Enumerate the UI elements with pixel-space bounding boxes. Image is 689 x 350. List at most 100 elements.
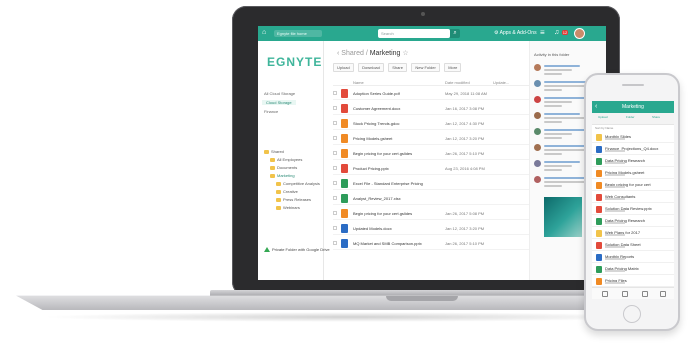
phone-file-row[interactable]: Begin pricing for your cert	[592, 180, 674, 191]
sidebar-item-finance[interactable]: Finance	[264, 109, 278, 114]
folder-icon	[276, 181, 281, 186]
file-name[interactable]: Product Pricing.pptx	[353, 166, 389, 171]
column-name[interactable]: Name	[353, 80, 364, 85]
folder-icon	[264, 149, 269, 154]
row-checkbox[interactable]	[333, 181, 337, 185]
file-icon	[596, 170, 602, 177]
tree-item-creative[interactable]: Creative	[276, 189, 298, 194]
file-row[interactable]: MQ Market and SMB Comparison.pptx Jan 26,…	[333, 237, 529, 250]
back-icon[interactable]: ‹	[595, 103, 597, 111]
phone-file-row[interactable]: Data Pricing Matrix	[592, 264, 674, 275]
file-name[interactable]: Stock Pricing Trends.gdoc	[353, 121, 399, 126]
search-icon[interactable]: ⌕	[450, 29, 460, 38]
phone-file-row[interactable]: Data Pricing Research	[592, 216, 674, 227]
recent-tab-icon[interactable]	[622, 291, 628, 297]
file-name[interactable]: Analyst_Review_2017.xlsx	[353, 196, 401, 201]
phone-file-row[interactable]: Solution Data Review.pptx	[592, 204, 674, 215]
row-checkbox[interactable]	[333, 211, 337, 215]
phone-home-button[interactable]	[623, 305, 641, 323]
file-row[interactable]: Stock Pricing Trends.gdoc Jan 12, 2017 4:…	[333, 117, 529, 130]
tree-item-shared[interactable]: Shared	[264, 149, 284, 154]
file-icon	[341, 164, 348, 173]
phone-folder-button[interactable]: Folder	[626, 115, 635, 119]
tree-label: Creative	[283, 189, 298, 194]
file-row[interactable]: Begin pricing for your cert.gslides Jan 2…	[333, 147, 529, 160]
activity-heading: Activity in this folder	[534, 52, 570, 57]
home-icon[interactable]: ⌂	[262, 29, 270, 37]
tree-item-documents[interactable]: Documents	[270, 165, 297, 170]
google-drive-folder-link[interactable]: Private Folder with Google Drive	[264, 247, 330, 253]
avatar	[534, 144, 541, 151]
sidebar: EGNYTE All Cloud Storage Cloud Storage F…	[258, 41, 330, 280]
phone-file-row[interactable]: Finance_Projections_Q4.docx	[592, 144, 674, 155]
phone-file-row[interactable]: Data Pricing Research	[592, 156, 674, 167]
breadcrumb-parent[interactable]: Shared	[341, 50, 364, 57]
bell-icon[interactable]: ♫	[554, 28, 559, 38]
sidebar-item-all-cloud[interactable]: All Cloud Storage	[264, 91, 295, 96]
phone-file-row[interactable]: Monthly Reports	[592, 252, 674, 263]
file-name[interactable]: Pricing Models.gsheet	[353, 136, 392, 141]
apps-addons-button[interactable]: ⚙ Apps & Add-Ons	[494, 29, 537, 38]
row-checkbox[interactable]	[333, 226, 337, 230]
star-icon[interactable]: ☆	[402, 50, 408, 57]
file-date: Jan 12, 2017 3:20 PM	[445, 226, 485, 231]
sidebar-item-cloud-storage[interactable]: Cloud Storage	[262, 100, 296, 105]
download-button[interactable]: Download	[358, 63, 384, 72]
activity-photo-thumbnail[interactable]	[544, 197, 582, 237]
row-checkbox[interactable]	[333, 136, 337, 140]
location-path[interactable]: Egnyte file home	[274, 30, 322, 37]
file-name[interactable]: Begin pricing for your cert.gslides	[353, 211, 412, 216]
phone-file-row[interactable]: Monthly Slides	[592, 132, 674, 143]
phone-upload-button[interactable]: Upload	[598, 115, 608, 119]
file-name[interactable]: Adoption Series Guide.pdf	[353, 91, 400, 96]
column-date[interactable]: Date modified	[445, 80, 470, 85]
favorites-tab-icon[interactable]	[642, 291, 648, 297]
file-name[interactable]: Updated Models.docx	[353, 226, 392, 231]
phone-file-row[interactable]: Pricing Files	[592, 276, 674, 287]
phone-file-row[interactable]: Pricing Models.gsheet	[592, 168, 674, 179]
file-name[interactable]: MQ Market and SMB Comparison.pptx	[353, 241, 422, 246]
row-checkbox[interactable]	[333, 166, 337, 170]
share-button[interactable]: Share	[388, 63, 407, 72]
file-row[interactable]: Customer Agreement.docx Jan 16, 2017 3:08…	[333, 102, 529, 115]
file-row[interactable]: Excel File - Standard Enterprise Pricing	[333, 177, 529, 190]
new-folder-button[interactable]: New Folder	[411, 63, 440, 72]
search-input[interactable]: Search	[378, 29, 450, 38]
file-name[interactable]: Excel File - Standard Enterprise Pricing	[353, 181, 423, 186]
phone-sort-label[interactable]: Sort by Name	[592, 125, 674, 131]
gdrive-label: Private Folder with Google Drive	[272, 247, 330, 252]
phone-file-row[interactable]: Solution Data Sheet	[592, 240, 674, 251]
tree-item-press-releases[interactable]: Press Releases	[276, 197, 311, 202]
row-checkbox[interactable]	[333, 106, 337, 110]
tree-item-competitive-analysis[interactable]: Competitive Analysis	[276, 181, 320, 186]
file-row[interactable]: Updated Models.docx Jan 12, 2017 3:20 PM	[333, 222, 529, 235]
file-name[interactable]: Customer Agreement.docx	[353, 106, 400, 111]
column-update[interactable]: Update...	[493, 80, 509, 85]
tree-item-marketing[interactable]: Marketing	[270, 173, 295, 178]
file-row[interactable]: Analyst_Review_2017.xlsx	[333, 192, 529, 205]
row-checkbox[interactable]	[333, 151, 337, 155]
row-checkbox[interactable]	[333, 91, 337, 95]
phone-share-button[interactable]: Share	[652, 115, 660, 119]
tree-item-all-employees[interactable]: All Employees	[270, 157, 302, 162]
more-tab-icon[interactable]	[660, 291, 666, 297]
file-date: Jan 26, 2017 5:10 PM	[445, 241, 485, 246]
breadcrumb-current: Marketing	[369, 50, 401, 57]
file-row[interactable]: Begin pricing for your cert.gslides Jan 2…	[333, 207, 529, 220]
activity-text	[544, 129, 588, 131]
file-name[interactable]: Begin pricing for your cert.gslides	[353, 151, 412, 156]
row-checkbox[interactable]	[333, 196, 337, 200]
home-tab-icon[interactable]	[602, 291, 608, 297]
row-checkbox[interactable]	[333, 241, 337, 245]
tree-item-webinars[interactable]: Webinars	[276, 205, 300, 210]
upload-button[interactable]: Upload	[333, 63, 354, 72]
file-row[interactable]: Pricing Models.gsheet Jan 12, 2017 3:20 P…	[333, 132, 529, 145]
file-row[interactable]: Adoption Series Guide.pdf May 29, 2018 11…	[333, 87, 529, 100]
row-checkbox[interactable]	[333, 121, 337, 125]
phone-file-row[interactable]: Web Plans for 2017	[592, 228, 674, 239]
file-row[interactable]: Product Pricing.pptx Aug 23, 2016 4:08 PM	[333, 162, 529, 175]
phone-file-row[interactable]: Web Consultants	[592, 192, 674, 203]
more-button[interactable]: More	[444, 63, 462, 72]
hamburger-icon[interactable]: ≡	[540, 28, 545, 38]
avatar[interactable]	[574, 28, 585, 39]
